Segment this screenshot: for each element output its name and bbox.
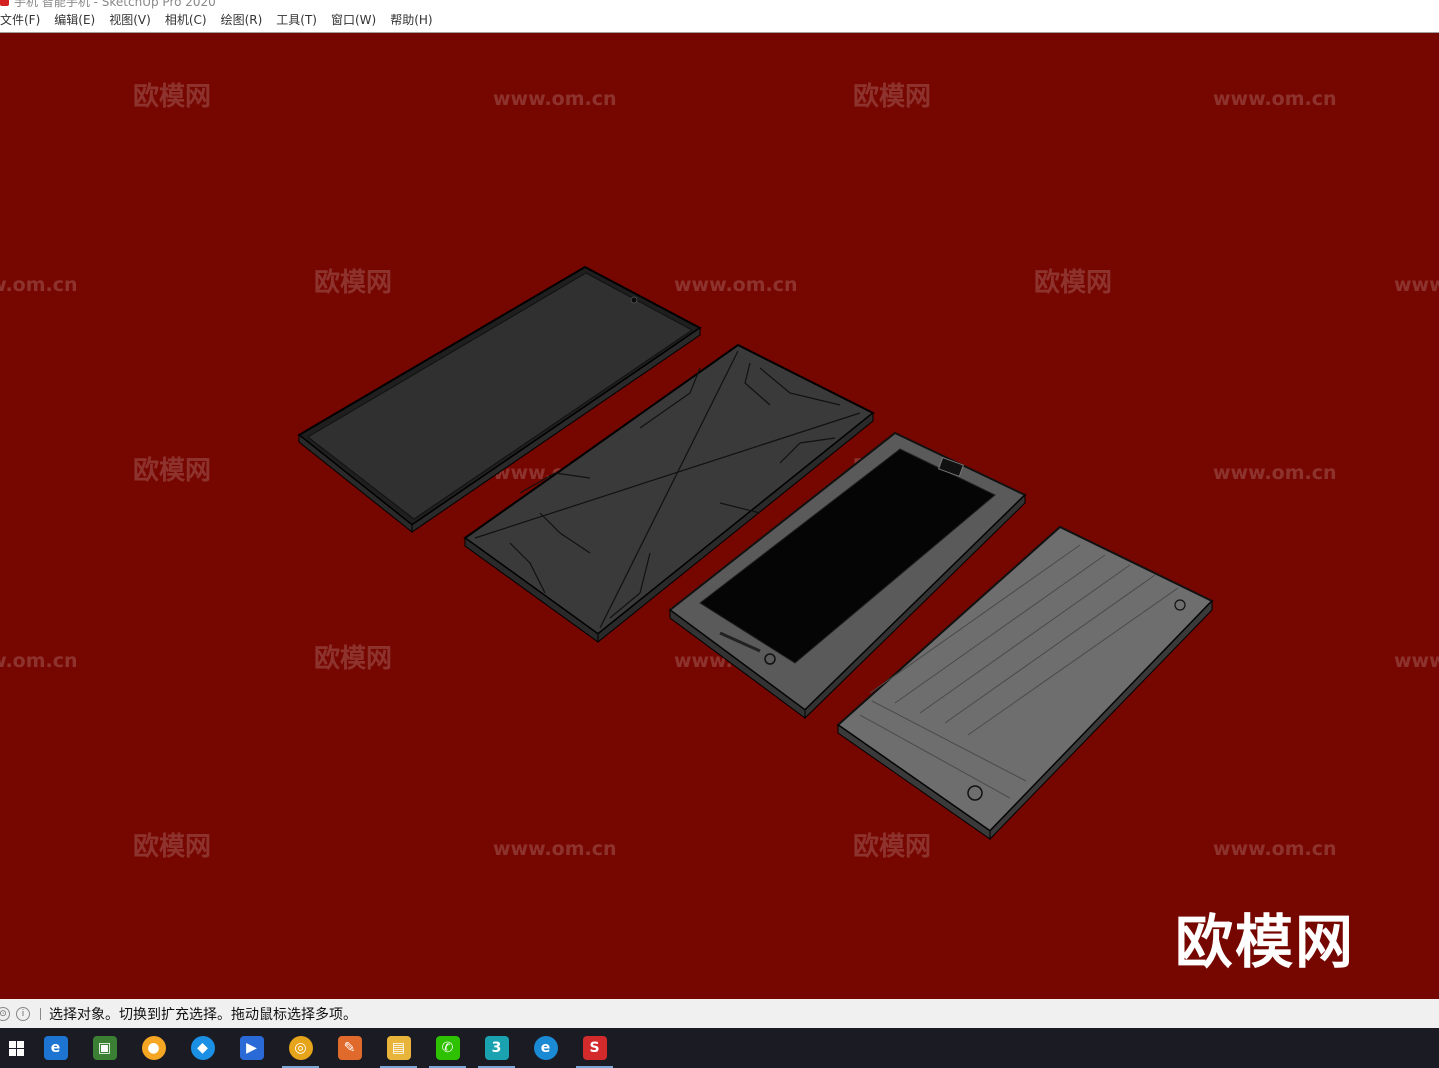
menu-help[interactable]: 帮助(H) <box>383 10 439 31</box>
menu-draw[interactable]: 绘图(R) <box>214 10 270 31</box>
watermark-url: www.om.cn <box>1394 274 1439 296</box>
edge-browser-icon: e <box>533 1036 558 1060</box>
taskbar-app-6[interactable]: ✎ <box>325 1028 374 1068</box>
taskbar-app-7[interactable]: ▤ <box>374 1028 423 1068</box>
watermark-logo: 欧模网 <box>853 831 931 862</box>
status-divider <box>40 1007 41 1020</box>
taskbar: e ▣ ● ◆ ▶ ◎ ✎ ▤ ✆ 3 e S <box>0 1028 1439 1068</box>
watermark-logo: 欧模网 <box>133 455 211 486</box>
security-shield-icon: ◆ <box>190 1036 215 1060</box>
menu-file[interactable]: 文件(F) <box>0 10 47 31</box>
watermark-url: www.om.cn <box>0 274 78 296</box>
taskbar-app-1[interactable]: ▣ <box>80 1028 129 1068</box>
watermark-url: www.om.cn <box>1213 88 1337 110</box>
windows-start-icon[interactable] <box>1 1028 31 1068</box>
menu-tools[interactable]: 工具(T) <box>269 10 324 31</box>
menu-window[interactable]: 窗口(W) <box>324 10 383 31</box>
3d-viewport[interactable]: 欧模网 www.om.cn 欧模网 www.om.cn 欧模网 www.om.cn 欧模网 w… <box>0 32 1439 999</box>
watermark-logo: 欧模网 <box>853 81 931 112</box>
chrome-browser-icon: ◎ <box>288 1036 313 1060</box>
watermark-logo: 欧模网 <box>133 831 211 862</box>
geo-location-icon[interactable]: ⊙ <box>0 1006 10 1021</box>
menu-bar: 文件(F) 编辑(E) 视图(V) 相机(C) 绘图(R) 工具(T) 窗口(W… <box>0 10 1439 31</box>
watermark-url: www.om.cn <box>0 650 78 672</box>
model-canvas[interactable]: 欧模网 www.om.cn 欧模网 www.om.cn 欧模网 www.om.cn 欧模网 w… <box>0 33 1439 999</box>
painting-app-icon: ✎ <box>337 1036 362 1060</box>
wechat-icon: ✆ <box>435 1036 460 1060</box>
file-explorer-icon: ▤ <box>386 1036 411 1060</box>
taskbar-apps: e ▣ ● ◆ ▶ ◎ ✎ ▤ ✆ 3 e S <box>31 1028 619 1068</box>
menu-edit[interactable]: 编辑(E) <box>47 10 102 31</box>
watermark-url: www.om.cn <box>1213 462 1337 484</box>
sketchup-app-icon <box>0 0 9 6</box>
watermark-url: www.om.cn <box>1394 650 1439 672</box>
taskbar-app-9[interactable]: 3 <box>472 1028 521 1068</box>
window-title: 手机 智能手机 - SketchUp Pro 2020 <box>14 0 216 9</box>
photo-viewer-icon: ▣ <box>92 1036 117 1060</box>
watermark-logo: 欧模网 <box>1034 267 1112 298</box>
taskbar-app-3[interactable]: ◆ <box>178 1028 227 1068</box>
taskbar-app-0[interactable]: e <box>31 1028 80 1068</box>
media-player-icon: ● <box>141 1036 166 1060</box>
taskbar-app-5[interactable]: ◎ <box>276 1028 325 1068</box>
status-message: 选择对象。切换到扩充选择。拖动鼠标选择多项。 <box>49 1006 357 1023</box>
watermark-url: www.om.cn <box>493 838 617 860</box>
watermark-logo: 欧模网 <box>314 643 392 674</box>
watermark-url: www.om.cn <box>1213 838 1337 860</box>
3dsmax-icon: 3 <box>484 1036 509 1060</box>
status-bar: ⊙ i 选择对象。切换到扩充选择。拖动鼠标选择多项。 <box>0 999 1439 1028</box>
watermark-url: www.om.cn <box>493 88 617 110</box>
info-icon[interactable]: i <box>16 1006 30 1021</box>
taskbar-app-10[interactable]: e <box>521 1028 570 1068</box>
internet-explorer-icon: e <box>43 1036 68 1060</box>
front-camera-icon <box>630 296 638 304</box>
taskbar-app-8[interactable]: ✆ <box>423 1028 472 1068</box>
watermark-logo: 欧模网 <box>133 81 211 112</box>
watermark-url: www.om.cn <box>674 274 798 296</box>
video-player-icon: ▶ <box>239 1036 264 1060</box>
menu-camera[interactable]: 相机(C) <box>158 10 214 31</box>
brand-logo: 欧模网 <box>1174 908 1355 976</box>
menu-view[interactable]: 视图(V) <box>102 10 158 31</box>
taskbar-app-4[interactable]: ▶ <box>227 1028 276 1068</box>
taskbar-app-2[interactable]: ● <box>129 1028 178 1068</box>
watermark-logo: 欧模网 <box>314 267 392 298</box>
taskbar-app-11[interactable]: S <box>570 1028 619 1068</box>
title-bar: 手机 智能手机 - SketchUp Pro 2020 <box>0 0 1439 10</box>
sketchup-icon: S <box>582 1036 607 1060</box>
